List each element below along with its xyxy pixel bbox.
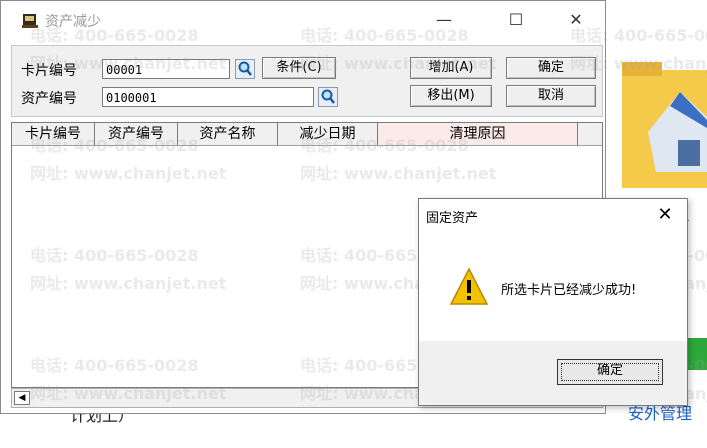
watermark-phone: 电话: 400-665-0028 xyxy=(30,246,199,265)
watermark-phone: 电话: 400-665-0028 xyxy=(30,136,199,155)
card-search-button[interactable] xyxy=(235,59,255,79)
watermark-site: 网址: www.chanjet.net xyxy=(300,54,497,73)
watermark-site: 网址: www.chanjet.net xyxy=(30,384,227,403)
dialog-footer: 确定 xyxy=(419,341,687,405)
message-dialog: 固定资产 ✕ 所选卡片已经减少成功! 确定 xyxy=(418,198,688,406)
warning-icon xyxy=(449,267,489,305)
dialog-ok-button[interactable]: 确定 xyxy=(557,359,663,385)
watermark-site: 网址: www.chanjet.net xyxy=(300,164,497,183)
dialog-message: 所选卡片已经减少成功! xyxy=(501,283,637,298)
cancel-button[interactable]: 取消 xyxy=(506,85,596,107)
dialog-title: 固定资产 xyxy=(426,211,479,226)
watermark-site: 网址: www.chanjet.net xyxy=(570,54,707,73)
watermark-site: 网址: www.chanjet.net xyxy=(30,274,227,293)
maximize-button[interactable]: ☐ xyxy=(493,5,539,35)
dialog-body: 所选卡片已经减少成功! xyxy=(419,229,687,341)
search-icon xyxy=(238,61,252,76)
scroll-left-icon[interactable]: ◀ xyxy=(14,391,30,405)
folder-icon xyxy=(622,62,707,188)
watermark-phone: 电话: 400-665-0028 xyxy=(300,26,469,45)
asset-search-button[interactable] xyxy=(318,87,338,107)
watermark-phone: 电话: 400-665-0028 xyxy=(30,26,199,45)
watermark-phone: 电话: 400-665-0028 xyxy=(30,356,199,375)
asset-number-label: 资产编号 xyxy=(21,91,77,107)
search-icon xyxy=(321,89,335,104)
watermark-site: 网址: www.chanjet.net xyxy=(30,54,227,73)
remove-button[interactable]: 移出(M) xyxy=(410,85,492,107)
watermark-phone: 电话: 400-665-0028 xyxy=(570,26,707,45)
watermark-site: 网址: www.chanjet.net xyxy=(30,164,227,183)
watermark-phone: 电话: 400-665-0028 xyxy=(300,136,469,155)
dialog-close-button[interactable]: ✕ xyxy=(655,205,675,225)
asset-number-input[interactable]: 0100001 xyxy=(102,87,314,107)
